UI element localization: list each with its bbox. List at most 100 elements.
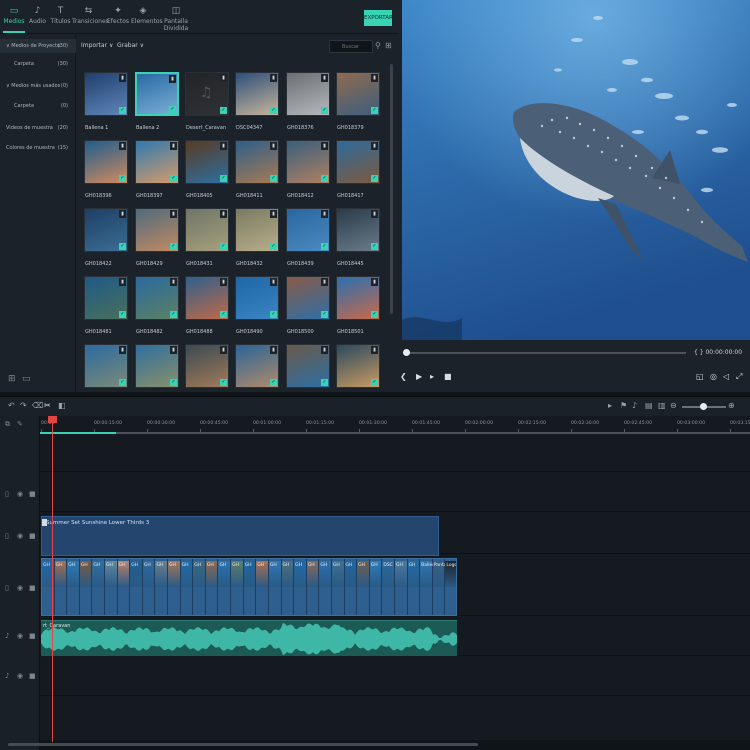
sidebar-item[interactable]: ∨ Medios más usados (0) bbox=[0, 79, 76, 93]
redo-icon[interactable]: ↷ bbox=[20, 401, 27, 410]
stop-icon[interactable]: ■ bbox=[444, 372, 452, 381]
audio-track-icon[interactable]: ♪ bbox=[5, 672, 9, 680]
preview-scrubber-handle[interactable] bbox=[403, 349, 410, 356]
video-clip[interactable]: Ballena bbox=[420, 559, 438, 615]
media-thumbnail[interactable]: ▮ ✓ bbox=[235, 276, 279, 320]
lock-icon[interactable]: ■ bbox=[29, 632, 36, 640]
media-item[interactable]: ▮ ✓ bbox=[235, 344, 279, 392]
export-button[interactable]: EXPORTAR bbox=[364, 10, 393, 26]
media-thumbnail[interactable]: ▮ ✓ bbox=[135, 276, 179, 320]
video-clip[interactable]: DSC bbox=[382, 559, 395, 615]
media-thumbnail[interactable]: ▮ ✓ bbox=[235, 72, 279, 116]
media-item[interactable]: ▮ ✓ GH018412 bbox=[286, 140, 330, 200]
sidebar-item[interactable]: ∨ Medios de Proyecto (30) bbox=[0, 39, 76, 53]
video-clip[interactable]: GH bbox=[218, 559, 232, 615]
media-thumbnail[interactable]: ▮ ✓ bbox=[336, 72, 380, 116]
play-icon[interactable]: ▶ bbox=[416, 372, 422, 381]
media-thumbnail[interactable]: ▮ ✓ bbox=[185, 276, 229, 320]
lock-icon[interactable]: ■ bbox=[29, 532, 36, 540]
media-thumbnail[interactable]: ▮ ✓ bbox=[286, 276, 330, 320]
video-clip[interactable]: GH bbox=[344, 559, 358, 615]
eye-icon[interactable]: ◉ bbox=[17, 532, 23, 540]
video-clip[interactable]: GH bbox=[193, 559, 206, 615]
video-clip[interactable]: GH bbox=[394, 559, 408, 615]
media-item[interactable]: ▮ ✓ GH018376 bbox=[286, 72, 330, 132]
media-thumbnail[interactable]: ▮ ✓ bbox=[135, 140, 179, 184]
media-item[interactable]: ▮ ✓ Ballena 2 bbox=[135, 72, 179, 132]
video-clip[interactable]: GH bbox=[142, 559, 156, 615]
new-folder-icon[interactable]: ⊞ bbox=[8, 374, 16, 384]
mixer-icon[interactable]: ▥ bbox=[658, 401, 666, 410]
video-clip[interactable]: GH bbox=[319, 559, 332, 615]
zoom-out-icon[interactable]: ⊖ bbox=[670, 401, 677, 410]
tab-5[interactable]: ◈ Elementos bbox=[131, 4, 163, 32]
media-item[interactable]: ♫ ▮ ✓ Desert_Caravan bbox=[185, 72, 229, 132]
delete-icon[interactable]: ⌫ bbox=[32, 401, 43, 410]
color-icon[interactable]: ◧ bbox=[58, 401, 66, 410]
media-item[interactable]: ▮ ✓ GH018405 bbox=[185, 140, 229, 200]
next-frame-icon[interactable]: ▸ bbox=[430, 372, 434, 381]
audio-clip[interactable]: rt_Caravan bbox=[41, 620, 457, 656]
lock-icon[interactable]: ■ bbox=[29, 490, 36, 498]
media-item[interactable]: ▮ ✓ GH018432 bbox=[235, 208, 279, 268]
media-item[interactable]: ▮ ✓ Ballena 1 bbox=[84, 72, 128, 132]
video-clip[interactable]: GH bbox=[205, 559, 219, 615]
media-item[interactable]: ▮ ✓ GH018490 bbox=[235, 276, 279, 336]
tab-0[interactable]: ▭ Medios bbox=[3, 4, 25, 33]
media-item[interactable]: ▮ ✓ GH018501 bbox=[336, 276, 380, 336]
media-item[interactable]: ▮ ✓ GH018482 bbox=[135, 276, 179, 336]
video-clip[interactable]: GH bbox=[92, 559, 106, 615]
video-clip[interactable]: GH bbox=[130, 559, 143, 615]
video-clip[interactable]: GH bbox=[357, 559, 370, 615]
video-clip[interactable]: GH bbox=[281, 559, 295, 615]
media-item[interactable]: ▮ ✓ GH018396 bbox=[84, 140, 128, 200]
zoom-slider-handle[interactable] bbox=[700, 403, 707, 410]
edit-track-icon[interactable]: ✎ bbox=[17, 420, 23, 428]
media-thumbnail[interactable]: ▮ ✓ bbox=[84, 276, 128, 320]
video-clip[interactable]: GH bbox=[331, 559, 345, 615]
lock-icon[interactable]: ■ bbox=[29, 672, 36, 680]
media-thumbnail[interactable]: ▮ ✓ bbox=[185, 208, 229, 252]
eye-icon[interactable]: ◉ bbox=[17, 584, 23, 592]
speaker-icon[interactable]: ◉ bbox=[17, 672, 23, 680]
media-thumbnail[interactable]: ▮ ✓ bbox=[185, 140, 229, 184]
media-thumbnail[interactable]: ▮ ✓ bbox=[286, 72, 330, 116]
media-item[interactable]: ▮ ✓ DSC04347 bbox=[235, 72, 279, 132]
media-thumbnail[interactable]: ▮ ✓ bbox=[84, 140, 128, 184]
media-item[interactable]: ▮ ✓ GH018431 bbox=[185, 208, 229, 268]
video-clip[interactable]: GH bbox=[256, 559, 269, 615]
media-item[interactable]: ▮ ✓ bbox=[286, 344, 330, 392]
volume-icon[interactable]: ◁ bbox=[723, 372, 729, 381]
lock-icon[interactable]: ■ bbox=[29, 584, 36, 592]
video-clip[interactable]: GH bbox=[369, 559, 383, 615]
sidebar-item[interactable]: Carpeta (30) bbox=[0, 57, 76, 71]
media-item[interactable]: ▮ ✓ GH018397 bbox=[135, 140, 179, 200]
media-thumbnail[interactable]: ▮ ✓ bbox=[336, 344, 380, 388]
media-thumbnail[interactable]: ▮ ✓ bbox=[84, 208, 128, 252]
media-thumbnail[interactable]: ▮ ✓ bbox=[336, 276, 380, 320]
media-item[interactable]: ▮ ✓ GH018411 bbox=[235, 140, 279, 200]
track-type-icon[interactable]: ▯ bbox=[5, 490, 9, 498]
media-item[interactable]: ▮ ✓ GH018445 bbox=[336, 208, 380, 268]
media-thumbnail[interactable]: ♫ ▮ ✓ bbox=[185, 72, 229, 116]
eye-icon[interactable]: ◉ bbox=[17, 490, 23, 498]
media-thumbnail[interactable]: ▮ ✓ bbox=[286, 140, 330, 184]
video-clip[interactable]: GH bbox=[180, 559, 194, 615]
video-clip[interactable]: GH bbox=[268, 559, 282, 615]
media-item[interactable]: ▮ ✓ GH018429 bbox=[135, 208, 179, 268]
render-preview-icon[interactable]: ▸ bbox=[608, 401, 612, 410]
folder-icon[interactable]: ▭ bbox=[22, 374, 31, 384]
add-track-icon[interactable]: ⧉ bbox=[5, 420, 10, 429]
search-input[interactable] bbox=[329, 40, 373, 53]
record-dropdown[interactable]: Grabar ∨ bbox=[117, 42, 144, 49]
media-item[interactable]: ▮ ✓ bbox=[135, 344, 179, 392]
grid-view-icon[interactable]: ⊞ bbox=[385, 41, 392, 50]
playhead-line[interactable] bbox=[52, 416, 53, 742]
import-dropdown[interactable]: Importar ∨ bbox=[81, 42, 113, 49]
tab-4[interactable]: ✦ Efectos bbox=[106, 4, 130, 32]
media-thumbnail[interactable]: ▮ ✓ bbox=[235, 140, 279, 184]
video-clip[interactable]: GH bbox=[54, 559, 68, 615]
video-clip[interactable]: Logo C bbox=[445, 559, 456, 615]
microphone-icon[interactable]: ♪ bbox=[632, 401, 637, 410]
playhead-handle[interactable] bbox=[48, 416, 57, 423]
